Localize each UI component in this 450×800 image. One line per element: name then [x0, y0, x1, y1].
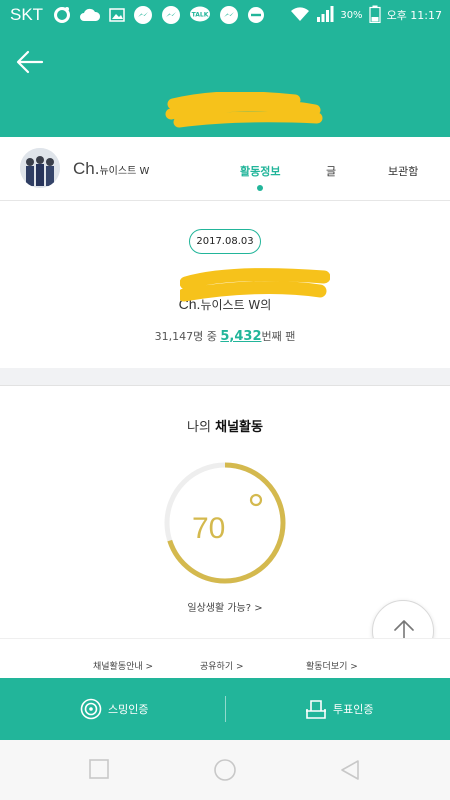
- wifi-icon: [290, 6, 310, 25]
- channel-name: Ch.뉴이스트 W: [73, 159, 149, 179]
- kakaotalk-icon-label: TALK: [192, 12, 209, 19]
- fan-rank-number: 5,432: [220, 329, 262, 344]
- battery-icon: [368, 5, 381, 26]
- tab-posts[interactable]: 글: [326, 163, 336, 179]
- disc-icon: [80, 698, 102, 720]
- fan-rank-prefix: 31,147명 중: [154, 330, 217, 343]
- signal-icon: [316, 5, 334, 26]
- fan-info-section: 2017.08.03 Ch.뉴이스트 W의 31,147명 중 5,432번째 …: [0, 202, 450, 368]
- active-tab-indicator: [257, 185, 263, 191]
- image-icon: [109, 7, 125, 23]
- app-header: [0, 30, 450, 137]
- action-bar: 스밍인증 투표인증: [0, 678, 450, 740]
- triangle-back-icon: [341, 760, 359, 780]
- streaming-certify-button[interactable]: 스밍인증: [80, 678, 148, 740]
- activity-score: 70: [192, 512, 226, 545]
- do-not-disturb-icon: [247, 6, 265, 24]
- redacted-title: [165, 92, 323, 128]
- arrow-left-icon: [16, 50, 44, 74]
- channel-avatar[interactable]: [20, 148, 60, 188]
- action-divider: [225, 696, 226, 722]
- vote-certify-button[interactable]: 투표인증: [305, 678, 373, 740]
- messenger-icon: [133, 5, 153, 25]
- back-nav-button[interactable]: [338, 758, 362, 786]
- battery-percent: 30%: [340, 9, 363, 21]
- channel-activity-guide-link[interactable]: 채널활동안내 >: [93, 659, 153, 672]
- date-badge: 2017.08.03: [189, 229, 261, 254]
- share-link[interactable]: 공유하기 >: [200, 659, 244, 672]
- activity-title-bold: 채널활동: [215, 420, 263, 435]
- fan-rank-suffix: 번째 팬: [261, 330, 296, 343]
- android-nav-bar: [0, 740, 450, 800]
- recent-apps-button[interactable]: [88, 758, 110, 784]
- streaming-certify-label: 스밍인증: [108, 703, 149, 716]
- ballot-box-icon: [306, 700, 326, 719]
- square-icon: [89, 759, 109, 779]
- tab-archive[interactable]: 보관함: [388, 163, 418, 179]
- activity-title: 나의 채널활동: [0, 416, 450, 435]
- gauge-marker-icon: [249, 493, 263, 507]
- section-divider: [0, 368, 450, 386]
- clock: 오후 11:17: [386, 9, 442, 22]
- messenger-icon-2: [161, 5, 181, 25]
- channel-title: 뉴이스트 W: [99, 166, 150, 177]
- redacted-fan-name: [180, 268, 330, 302]
- home-button[interactable]: [213, 758, 237, 786]
- circle-app-icon: [53, 6, 71, 24]
- fan-rank: 31,147명 중 5,432번째 팬: [0, 328, 450, 344]
- kakaotalk-icon: TALK: [189, 6, 211, 24]
- circle-icon: [214, 759, 236, 781]
- channel-prefix: Ch.: [73, 159, 100, 178]
- messenger-icon-3: [219, 5, 239, 25]
- back-button[interactable]: [14, 46, 46, 78]
- vote-certify-label: 투표인증: [333, 703, 374, 716]
- link-row: 채널활동안내 > 공유하기 > 활동더보기 >: [0, 638, 450, 678]
- carrier-label: SKT: [10, 5, 44, 24]
- status-bar: SKT TALK 30% 오후 11:17: [0, 0, 450, 30]
- tab-activity-info[interactable]: 활동정보: [240, 163, 280, 179]
- cloud-icon: [79, 7, 101, 23]
- channel-bar: Ch.뉴이스트 W 활동정보 글 보관함: [0, 137, 450, 201]
- more-activity-link[interactable]: 활동더보기 >: [306, 659, 358, 672]
- activity-title-plain: 나의: [187, 420, 211, 435]
